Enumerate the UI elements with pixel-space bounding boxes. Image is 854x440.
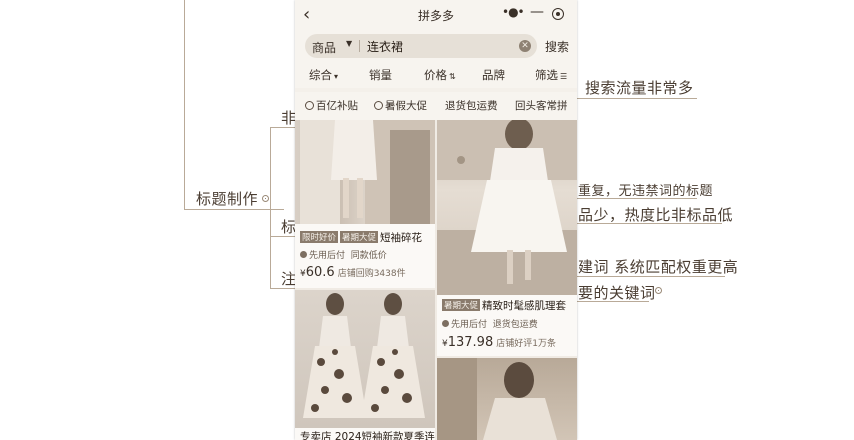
product-image[interactable] — [295, 290, 435, 428]
product-photo — [437, 358, 557, 440]
search-button[interactable]: 搜索 — [545, 38, 569, 55]
sort-bar: 综合 ▾ 销量 价格 ⇅ 品牌 筛选 ☰ — [295, 62, 577, 88]
sales-count: 店铺回购3438件 — [337, 269, 406, 279]
sort-label: 价格 — [424, 68, 447, 82]
flame-icon — [374, 101, 383, 110]
product-card[interactable]: 限时好价 暑期大促 短袖碎花 先用后付 同款低价 ¥60.6 店铺回购3438件 — [295, 120, 435, 288]
product-meta: 先用后付 同款低价 — [300, 248, 387, 261]
product-photo — [303, 293, 425, 418]
promo-badge: 暑期大促 — [442, 299, 481, 311]
sort-sales[interactable]: 销量 — [369, 67, 392, 83]
sort-label: 品牌 — [482, 68, 505, 82]
product-photo — [437, 120, 577, 295]
tag-label: 退货包运费 — [445, 100, 498, 112]
product-image[interactable] — [295, 120, 435, 224]
collapse-node-icon[interactable] — [262, 195, 269, 202]
price-value: 137.98 — [447, 335, 494, 350]
product-card[interactable] — [437, 358, 577, 440]
meta-text: 退货包运费 — [492, 320, 538, 330]
subsidy-icon — [305, 101, 314, 110]
tag-subsidy[interactable]: 百亿补贴 — [305, 98, 358, 113]
search-scope-select[interactable]: 商品 — [312, 39, 336, 56]
meta-text: 先用后付 — [451, 320, 488, 330]
promo-badge: 限时好价 — [300, 231, 339, 243]
filter-button[interactable]: 筛选 ☰ — [535, 67, 567, 83]
mindmap-note: 搜索流量非常多 — [585, 79, 694, 97]
mindmap-note: 重复，无违禁词的标题 — [578, 184, 714, 199]
mindmap-root-node[interactable]: 标题制作 — [196, 188, 258, 209]
product-title: 限时好价 暑期大促 短袖碎花 — [300, 230, 422, 245]
meta-text: 先用后付 — [309, 251, 346, 261]
clear-icon[interactable]: ✕ — [519, 40, 531, 52]
tag-label: 百亿补贴 — [316, 100, 358, 112]
tag-repeat-buyers[interactable]: 回头客常拼 — [515, 98, 568, 113]
mindmap-underline — [577, 98, 697, 99]
caret-down-icon[interactable]: ▼ — [346, 39, 352, 48]
mindmap-underline — [577, 301, 649, 302]
mindmap-note: 要的关键词 — [578, 284, 656, 302]
mindmap-underline — [577, 276, 725, 277]
filter-tags: 百亿补贴 暑假大促 退货包运费 回头客常拼 — [295, 92, 577, 120]
price-value: 60.6 — [305, 265, 335, 280]
mindmap-connector — [184, 0, 185, 210]
mindmap-note: 建词 系统匹配权重更高 — [578, 258, 739, 276]
sort-comprehensive[interactable]: 综合 ▾ — [309, 67, 338, 83]
product-price: ¥137.98 店铺好评1万条 — [442, 331, 556, 350]
product-card[interactable]: 专卖店 2024短袖新款夏季连 — [295, 290, 435, 440]
tag-label: 暑假大促 — [385, 100, 427, 112]
meta-text: 同款低价 — [350, 251, 387, 261]
tag-label: 回头客常拼 — [515, 100, 568, 112]
divider — [359, 40, 360, 52]
check-icon — [300, 251, 307, 258]
more-icon[interactable]: •●• — [502, 5, 525, 19]
sort-icon: ⇅ — [449, 72, 456, 81]
sort-price[interactable]: 价格 ⇅ — [424, 67, 456, 83]
search-box[interactable]: 商品 ▼ 连衣裙 ✕ — [305, 34, 537, 58]
caret-down-icon: ▾ — [334, 72, 339, 81]
title-text: 精致时髦感肌理套 — [482, 300, 567, 312]
collapse-node-icon[interactable] — [655, 287, 662, 294]
mindmap-connector — [270, 127, 271, 289]
product-grid: 限时好价 暑期大促 短袖碎花 先用后付 同款低价 ¥60.6 店铺回购3438件 暑期… — [295, 120, 577, 440]
window-titlebar: ‹ 拼多多 •●• — — [295, 0, 577, 30]
mindmap-underline — [577, 223, 722, 224]
tag-summer-promo[interactable]: 暑假大促 — [374, 98, 427, 113]
sort-label: 销量 — [369, 68, 392, 82]
product-photo — [300, 120, 435, 224]
mindmap-connector — [184, 209, 284, 210]
mindmap-note: 品少，热度比非标品低 — [578, 206, 734, 224]
sort-brand[interactable]: 品牌 — [482, 67, 505, 83]
sales-count: 店铺好评1万条 — [496, 339, 556, 349]
record-icon[interactable] — [552, 8, 564, 20]
product-card[interactable]: 暑期大促 精致时髦感肌理套 先用后付 退货包运费 ¥137.98 店铺好评1万条 — [437, 120, 577, 356]
product-image[interactable] — [437, 358, 577, 440]
mindmap-underline — [577, 198, 697, 199]
product-title: 专卖店 2024短袖新款夏季连 — [300, 431, 435, 440]
product-meta: 先用后付 退货包运费 — [442, 317, 538, 330]
sort-label: 筛选 — [535, 68, 558, 82]
check-icon — [442, 320, 449, 327]
promo-badge: 暑期大促 — [340, 231, 379, 243]
pinduoduo-window: ‹ 拼多多 •●• — 商品 ▼ 连衣裙 ✕ 搜索 综合 ▾ 销量 价格 ⇅ 品牌 … — [295, 0, 577, 440]
product-title: 暑期大促 精致时髦感肌理套 — [442, 298, 566, 313]
tag-free-return[interactable]: 退货包运费 — [445, 98, 498, 113]
product-image[interactable] — [437, 120, 577, 295]
search-row: 商品 ▼ 连衣裙 ✕ 搜索 — [295, 30, 577, 62]
search-input[interactable]: 连衣裙 — [367, 38, 403, 55]
filter-icon: ☰ — [560, 72, 568, 81]
sort-label: 综合 — [309, 68, 332, 82]
product-price: ¥60.6 店铺回购3438件 — [300, 261, 406, 280]
minimize-icon[interactable]: — — [530, 4, 544, 20]
title-text: 短袖碎花 — [380, 232, 423, 244]
